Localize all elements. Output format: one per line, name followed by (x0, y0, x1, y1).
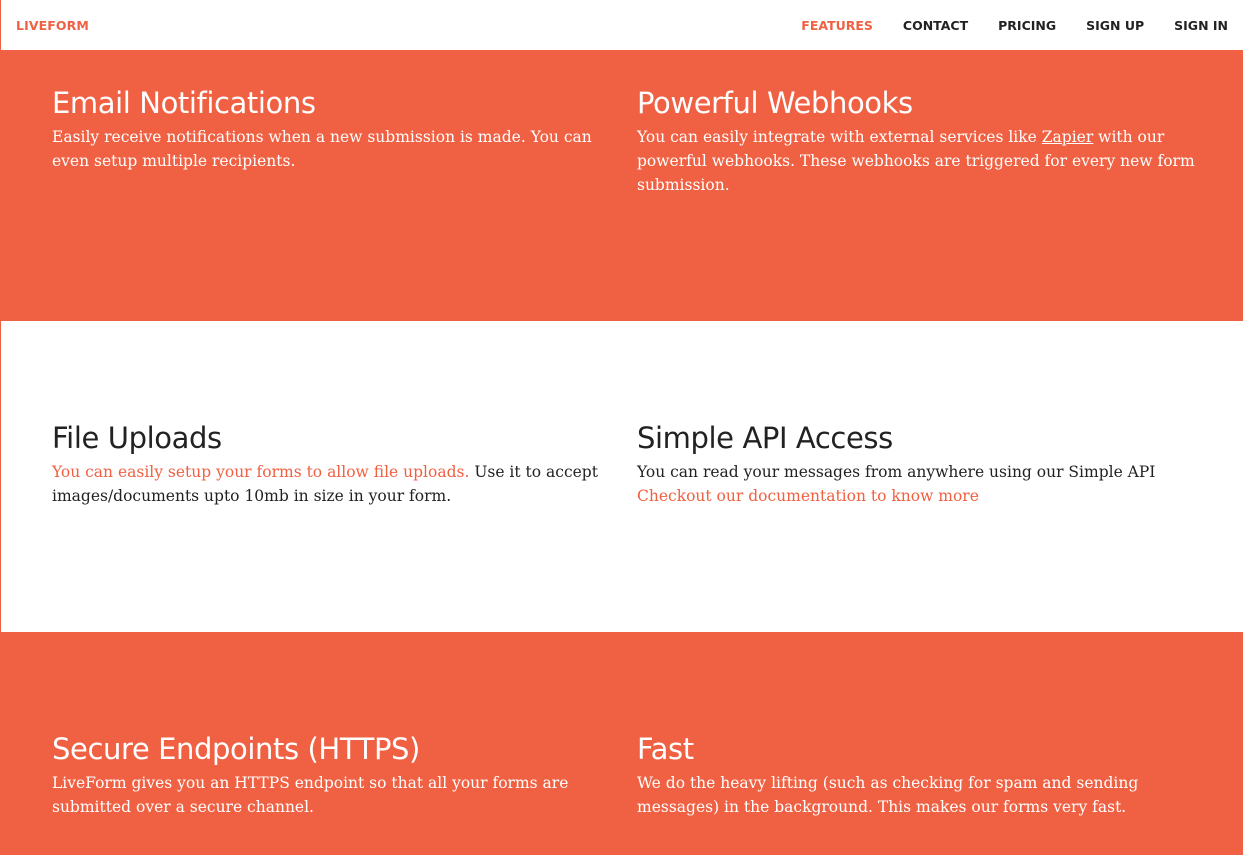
feature-title: Fast (637, 732, 694, 766)
feature-fast: Fast We do the heavy lifting (such as ch… (637, 731, 1197, 819)
feature-title: File Uploads (52, 421, 222, 455)
feature-description: LiveForm gives you an HTTPS endpoint so … (52, 774, 569, 816)
feature-description-text: You can easily integrate with external s… (637, 128, 1042, 146)
feature-title: Email Notifications (52, 86, 316, 120)
feature-powerful-webhooks: Powerful Webhooks You can easily integra… (637, 85, 1197, 197)
nav-link-sign-in[interactable]: SIGN IN (1174, 18, 1228, 33)
feature-title: Simple API Access (637, 421, 893, 455)
navbar: LIVEFORM FEATURES CONTACT PRICING SIGN U… (0, 0, 1243, 50)
feature-description: You can easily integrate with external s… (637, 125, 1197, 197)
feature-simple-api-access: Simple API Access You can read your mess… (637, 420, 1197, 508)
nav-link-contact[interactable]: CONTACT (903, 18, 968, 33)
nav-link-pricing[interactable]: PRICING (998, 18, 1056, 33)
feature-file-uploads: File Uploads You can easily setup your f… (52, 420, 612, 508)
features-section-security-speed: Secure Endpoints (HTTPS) LiveForm gives … (0, 632, 1243, 855)
file-uploads-link[interactable]: You can easily setup your forms to allow… (52, 463, 469, 481)
page: LIVEFORM FEATURES CONTACT PRICING SIGN U… (0, 0, 1243, 855)
features-section-uploads-api: File Uploads You can easily setup your f… (0, 321, 1243, 632)
zapier-link[interactable]: Zapier (1042, 128, 1093, 146)
nav-link-features[interactable]: FEATURES (801, 18, 873, 33)
brand-logo[interactable]: LIVEFORM (16, 18, 89, 33)
feature-title: Secure Endpoints (HTTPS) (52, 732, 420, 766)
nav-link-sign-up[interactable]: SIGN UP (1086, 18, 1144, 33)
feature-email-notifications: Email Notifications Easily receive notif… (52, 85, 612, 173)
feature-secure-endpoints: Secure Endpoints (HTTPS) LiveForm gives … (52, 731, 612, 819)
feature-description: You can easily setup your forms to allow… (52, 460, 612, 508)
feature-description: We do the heavy lifting (such as checkin… (637, 774, 1139, 816)
feature-description: You can read your messages from anywhere… (637, 460, 1197, 508)
features-section-notifications: Email Notifications Easily receive notif… (0, 50, 1243, 321)
left-border (0, 0, 1, 855)
documentation-link[interactable]: Checkout our documentation to know more (637, 487, 979, 505)
feature-title: Powerful Webhooks (637, 86, 913, 120)
feature-description: Easily receive notifications when a new … (52, 128, 592, 170)
nav-links: FEATURES CONTACT PRICING SIGN UP SIGN IN (801, 18, 1228, 33)
feature-description-text: You can read your messages from anywhere… (637, 463, 1156, 481)
